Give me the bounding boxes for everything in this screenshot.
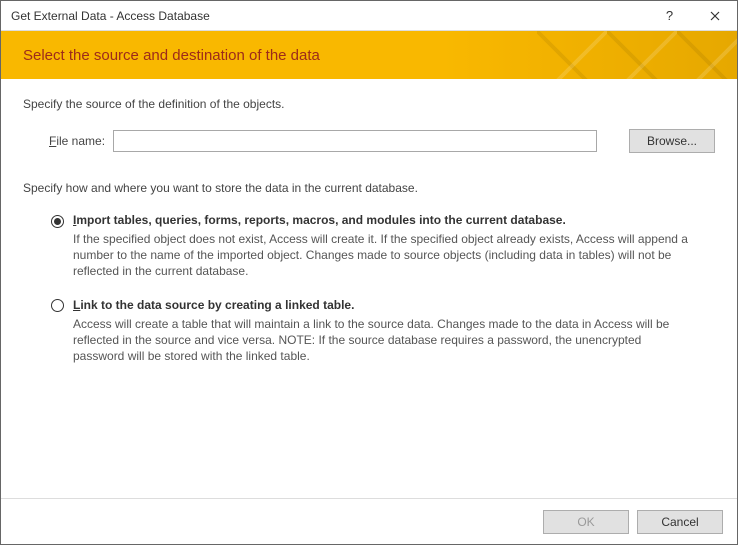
banner: Select the source and destination of the… (1, 31, 737, 79)
cancel-button[interactable]: Cancel (637, 510, 723, 534)
option-link-desc: Access will create a table that will mai… (73, 316, 693, 365)
banner-title: Select the source and destination of the… (23, 47, 320, 64)
option-link-title: Link to the data source by creating a li… (73, 298, 715, 312)
file-row: File name: Browse... (49, 129, 715, 153)
footer: OK Cancel (1, 498, 737, 544)
help-icon[interactable]: ? (647, 1, 692, 30)
option-link[interactable]: Link to the data source by creating a li… (51, 298, 715, 365)
source-section-label: Specify the source of the definition of … (23, 97, 715, 111)
dialog-window: Get External Data - Access Database ? Se… (0, 0, 738, 545)
content-area: Specify the source of the definition of … (1, 79, 737, 498)
radio-link[interactable] (51, 299, 64, 312)
close-icon[interactable] (692, 1, 737, 30)
file-name-input[interactable] (113, 130, 597, 152)
store-section-label: Specify how and where you want to store … (23, 181, 715, 195)
browse-button[interactable]: Browse... (629, 129, 715, 153)
titlebar-controls: ? (647, 1, 737, 30)
file-name-label: File name: (49, 134, 113, 148)
option-import[interactable]: Import tables, queries, forms, reports, … (51, 213, 715, 280)
titlebar: Get External Data - Access Database ? (1, 1, 737, 31)
ok-button[interactable]: OK (543, 510, 629, 534)
option-import-title: Import tables, queries, forms, reports, … (73, 213, 715, 227)
radio-import[interactable] (51, 215, 64, 228)
option-import-desc: If the specified object does not exist, … (73, 231, 693, 280)
window-title: Get External Data - Access Database (11, 9, 647, 23)
